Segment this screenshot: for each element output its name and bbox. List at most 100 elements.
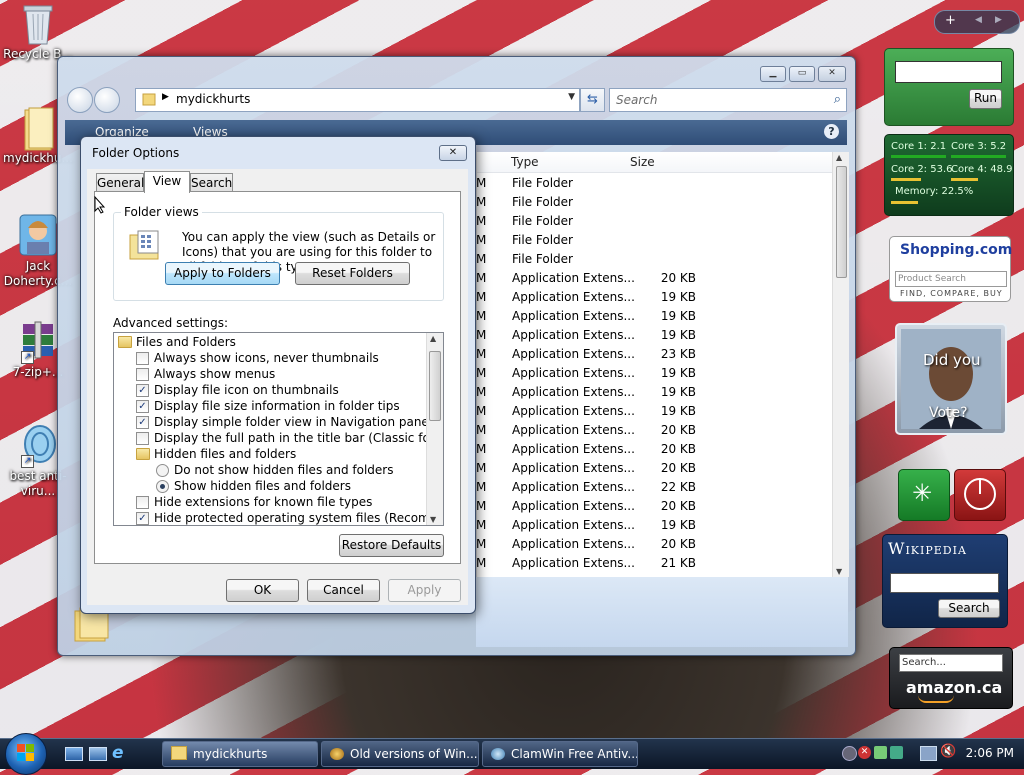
show-desktop-icon[interactable]: [65, 747, 83, 761]
next-icon[interactable]: ▶: [995, 15, 1002, 25]
advanced-setting-radio[interactable]: Do not show hidden files and folders: [114, 462, 426, 478]
product-search-input[interactable]: Product Search: [895, 271, 1007, 287]
internet-explorer-icon[interactable]: e: [112, 743, 124, 763]
forward-button[interactable]: [94, 87, 120, 113]
file-row[interactable]: M Application Extens... 19 KB: [476, 516, 833, 535]
run-input[interactable]: [895, 61, 1002, 83]
taskbar-item-explorer[interactable]: mydickhurts: [162, 741, 318, 767]
tab-view[interactable]: View: [144, 171, 190, 193]
apply-button[interactable]: Apply: [388, 579, 461, 602]
refresh-button[interactable]: ⇆: [580, 88, 605, 112]
file-row[interactable]: M Application Extens... 20 KB: [476, 269, 833, 288]
column-header-size[interactable]: Size: [630, 155, 655, 169]
advanced-setting-radio[interactable]: Show hidden files and folders: [114, 478, 426, 494]
tab-general[interactable]: General: [96, 173, 144, 192]
tray-update-icon[interactable]: [874, 746, 887, 759]
taskbar-clock[interactable]: 2:06 PM: [966, 746, 1014, 760]
amazon-search-input[interactable]: Search...: [899, 654, 1003, 672]
help-icon[interactable]: ?: [824, 124, 839, 139]
apply-to-folders-button[interactable]: Apply to Folders: [165, 262, 280, 285]
file-row[interactable]: M File Folder: [476, 193, 833, 212]
wikipedia-search-button[interactable]: Search: [938, 599, 1000, 618]
advanced-setting-checkbox[interactable]: Always show menus: [114, 366, 426, 382]
scrollbar-thumb[interactable]: [429, 351, 441, 421]
file-row[interactable]: M Application Extens... 19 KB: [476, 307, 833, 326]
run-button[interactable]: Run: [969, 89, 1002, 109]
maximize-button[interactable]: ▭: [789, 66, 815, 82]
scroll-up-icon[interactable]: ▲: [430, 334, 436, 343]
scroll-down-icon[interactable]: ▼: [836, 567, 842, 576]
advanced-settings-scrollbar[interactable]: ▲ ▼: [426, 333, 443, 525]
taskbar-item-clamwin[interactable]: ClamWin Free Antiv...: [482, 741, 638, 767]
advanced-setting-checkbox[interactable]: ✓ Display simple folder view in Navigatio…: [114, 414, 429, 430]
file-row[interactable]: M Application Extens... 20 KB: [476, 535, 833, 554]
checkbox[interactable]: [136, 496, 149, 509]
tray-shield-icon[interactable]: [890, 746, 903, 759]
restore-defaults-button[interactable]: Restore Defaults: [339, 534, 444, 557]
address-dropdown-icon[interactable]: ▼: [568, 92, 575, 102]
search-input[interactable]: Search ⌕: [609, 88, 847, 112]
radio-button[interactable]: [156, 480, 169, 493]
advanced-settings-list[interactable]: Files and Folders Always show icons, neve…: [113, 332, 444, 526]
start-button[interactable]: [5, 733, 47, 775]
file-row[interactable]: M Application Extens... 20 KB: [476, 459, 833, 478]
previous-icon[interactable]: ◀: [975, 15, 982, 25]
advanced-setting-checkbox[interactable]: ✓ Display file icon on thumbnails: [114, 382, 426, 398]
minimize-button[interactable]: ▁: [760, 66, 786, 82]
address-bar[interactable]: ▶ mydickhurts ▼: [135, 88, 580, 112]
checkbox[interactable]: ✓: [136, 416, 149, 429]
cancel-button[interactable]: Cancel: [307, 579, 380, 602]
ok-button[interactable]: OK: [226, 579, 299, 602]
file-row[interactable]: M Application Extens... 21 KB: [476, 554, 833, 573]
scroll-up-icon[interactable]: ▲: [836, 153, 842, 162]
advanced-setting-checkbox[interactable]: ✓ Display file size information in folder…: [114, 398, 426, 414]
tray-volume-icon[interactable]: 🔇: [940, 744, 956, 759]
file-row[interactable]: M Application Extens... 19 KB: [476, 383, 833, 402]
radio-button[interactable]: [156, 464, 169, 477]
advanced-setting-checkbox[interactable]: Display the full path in the title bar (…: [114, 430, 443, 446]
reset-folders-button[interactable]: Reset Folders: [295, 262, 410, 285]
dialog-close-button[interactable]: ✕: [439, 145, 467, 161]
wikipedia-search-input[interactable]: [890, 573, 999, 593]
close-button[interactable]: ✕: [818, 66, 846, 82]
tray-network-icon[interactable]: [842, 746, 857, 761]
photo-gadget[interactable]: Did you Vote?: [895, 323, 1007, 435]
tray-connection-icon[interactable]: [920, 746, 937, 761]
switch-windows-icon[interactable]: [89, 747, 107, 761]
shutdown-gadget-button[interactable]: [954, 469, 1006, 521]
vertical-scrollbar[interactable]: ▲ ▼: [832, 152, 849, 577]
file-row[interactable]: M Application Extens... 19 KB: [476, 364, 833, 383]
checkbox[interactable]: ✓: [136, 512, 149, 525]
file-row[interactable]: M Application Extens... 20 KB: [476, 421, 833, 440]
file-row[interactable]: M Application Extens... 20 KB: [476, 497, 833, 516]
scroll-down-icon[interactable]: ▼: [430, 515, 436, 524]
advanced-setting-checkbox[interactable]: Always show icons, never thumbnails: [114, 350, 426, 366]
checkbox[interactable]: [136, 368, 149, 381]
checkbox[interactable]: ✓: [136, 384, 149, 397]
file-row[interactable]: M File Folder: [476, 212, 833, 231]
restart-gadget-button[interactable]: ✳: [898, 469, 950, 521]
file-row[interactable]: M Application Extens... 19 KB: [476, 288, 833, 307]
desktop-icon-recycle-bin[interactable]: Recycle B...: [0, 2, 76, 62]
column-header-type[interactable]: Type: [511, 155, 539, 169]
file-row[interactable]: M Application Extens... 19 KB: [476, 402, 833, 421]
file-row[interactable]: M File Folder: [476, 231, 833, 250]
file-row[interactable]: M File Folder: [476, 250, 833, 269]
file-row[interactable]: M Application Extens... 23 KB: [476, 345, 833, 364]
add-gadget-icon[interactable]: +: [945, 13, 956, 28]
taskbar-item-browser[interactable]: Old versions of Win...: [321, 741, 479, 767]
file-row[interactable]: M Application Extens... 20 KB: [476, 440, 833, 459]
tab-search[interactable]: Search: [190, 173, 233, 192]
advanced-setting-checkbox[interactable]: Hide extensions for known file types: [114, 494, 426, 510]
checkbox[interactable]: [136, 352, 149, 365]
checkbox[interactable]: [136, 432, 149, 445]
advanced-setting-checkbox[interactable]: ✓ Hide protected operating system files (…: [114, 510, 443, 525]
file-row[interactable]: M File Folder: [476, 174, 833, 193]
file-row[interactable]: M Application Extens... 22 KB: [476, 478, 833, 497]
tray-security-icon[interactable]: ✕: [858, 746, 871, 759]
file-row[interactable]: M Application Extens... 19 KB: [476, 326, 833, 345]
contact-icon: [19, 214, 57, 256]
scrollbar-thumb[interactable]: [836, 166, 847, 278]
back-button[interactable]: [67, 87, 93, 113]
checkbox[interactable]: ✓: [136, 400, 149, 413]
